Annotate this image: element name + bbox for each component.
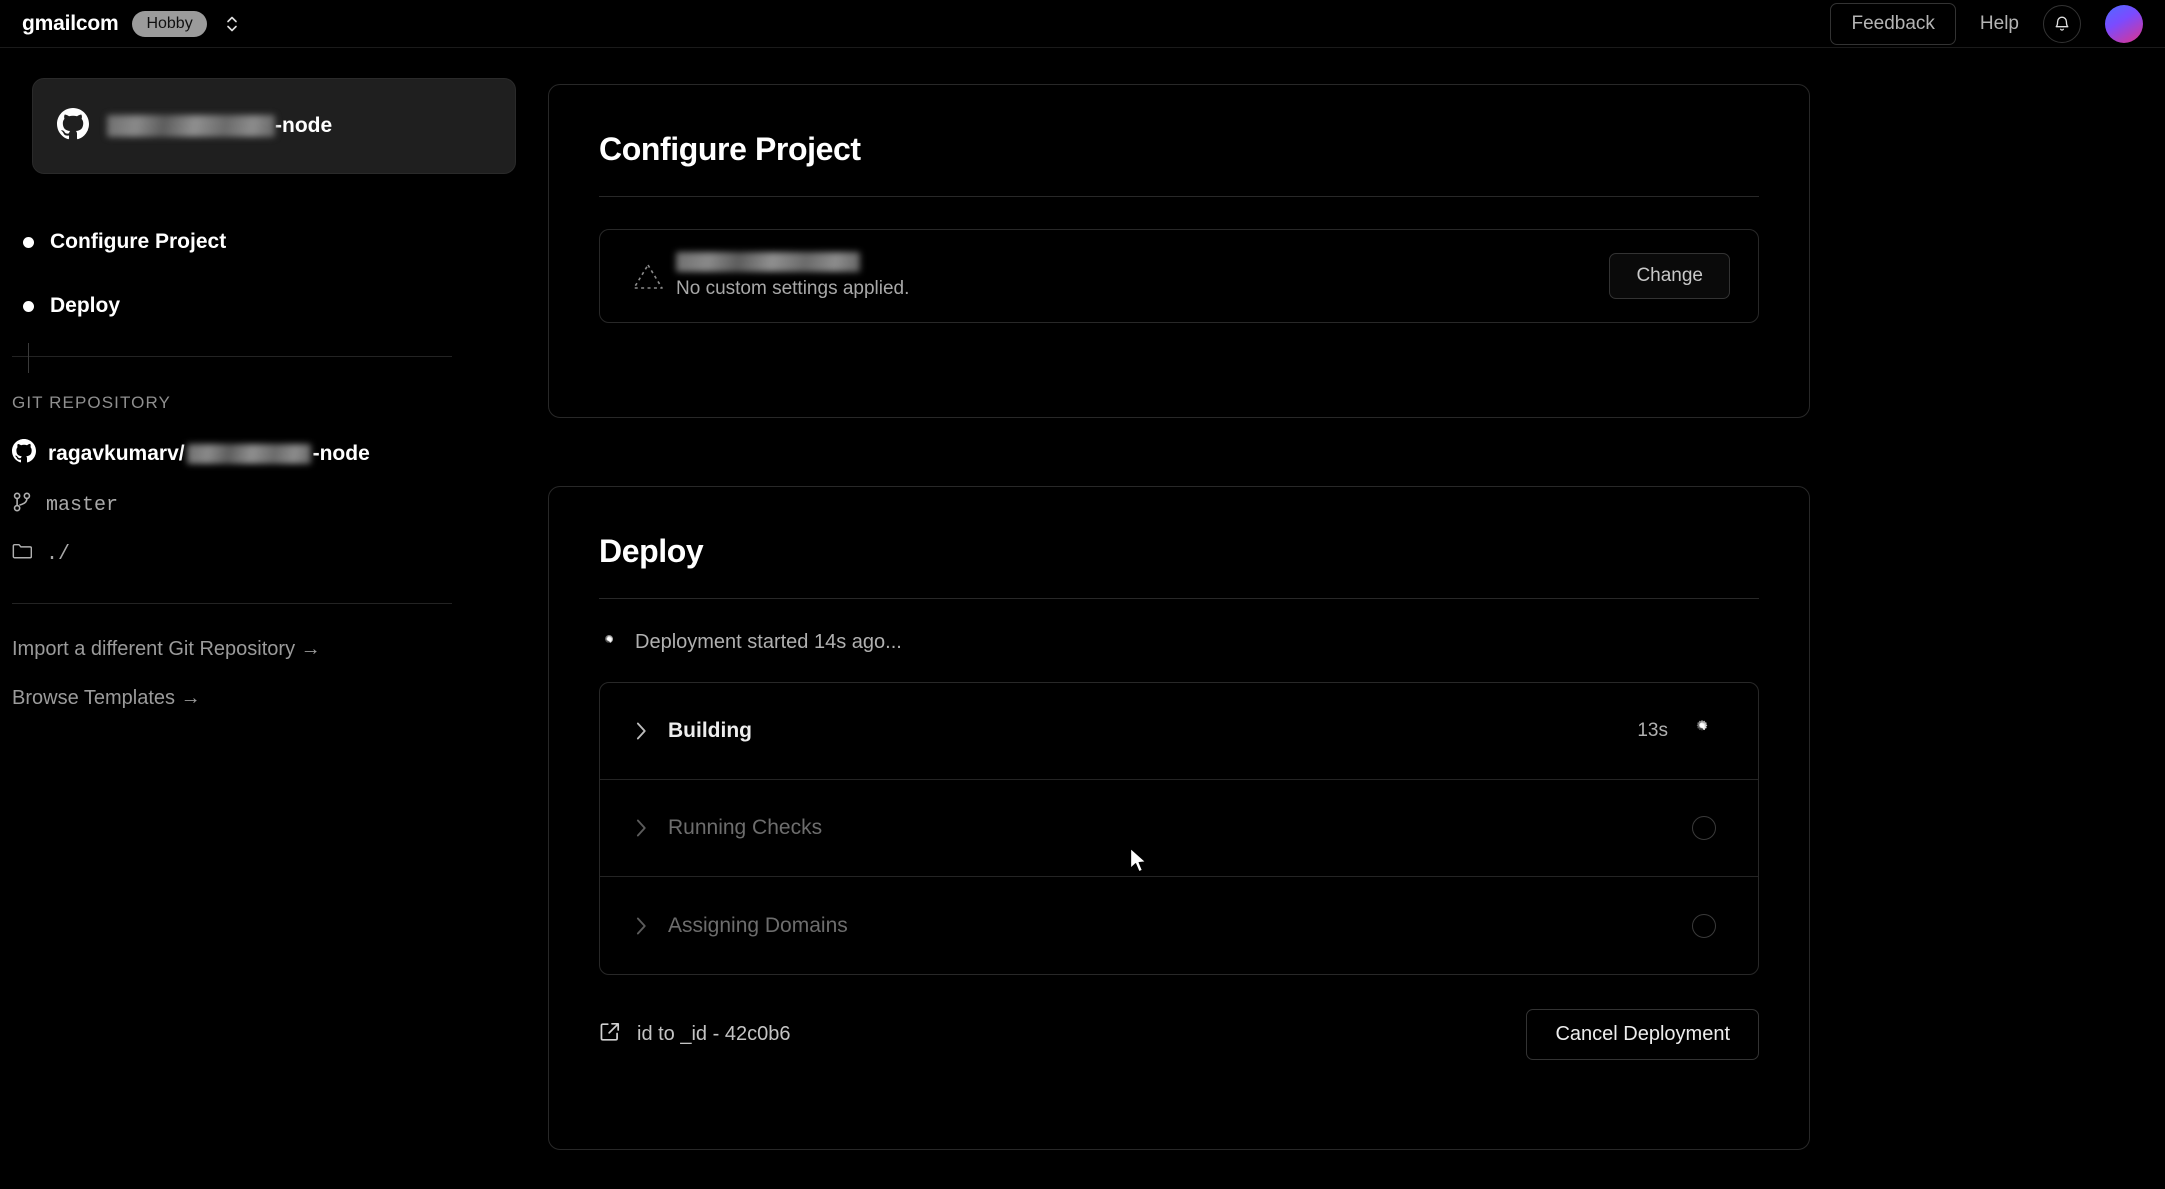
step-nav: Configure Project Deploy (22, 226, 548, 322)
empty-circle-icon (1692, 913, 1716, 938)
sidebar-divider (12, 356, 452, 357)
deploy-card: Deploy Deployment started 14s ago... Bui… (548, 486, 1810, 1150)
git-owner: ragavkumarv/ (48, 442, 185, 465)
step-connector-line (28, 343, 29, 373)
deploy-footer: id to _id - 42c0b6 Cancel Deployment (599, 1009, 1759, 1060)
configure-project-card: Configure Project No custom settings app… (548, 84, 1810, 418)
chevron-right-icon[interactable] (634, 721, 660, 741)
build-step-label: Building (668, 719, 752, 742)
deployment-id-text: id to _id - 42c0b6 (637, 1023, 791, 1045)
step-dot-icon (23, 300, 34, 312)
plan-badge[interactable]: Hobby (132, 10, 207, 37)
redacted-repo-name (107, 115, 275, 137)
git-repo-suffix: -node (312, 442, 370, 465)
build-steps-list: Building 13s Running Checks Assigning Do… (599, 682, 1759, 975)
redacted-framework-name (676, 252, 860, 272)
deployment-status: Deployment started 14s ago... (599, 631, 1809, 654)
git-branch: master (12, 491, 548, 520)
external-link-icon (599, 1021, 621, 1049)
divider (599, 196, 1759, 197)
page-root: gmailcom Hobby Feedback Help -node Confi… (0, 0, 2165, 1189)
build-step-assigning-domains[interactable]: Assigning Domains (600, 877, 1758, 974)
deployment-id-link[interactable]: id to _id - 42c0b6 (599, 1021, 790, 1049)
step-label: Deploy (50, 294, 121, 317)
team-name[interactable]: gmailcom (22, 12, 119, 36)
directory-path: ./ (46, 543, 71, 566)
cancel-deployment-button[interactable]: Cancel Deployment (1526, 1009, 1759, 1060)
browse-templates-link[interactable]: Browse Templates → (12, 687, 548, 710)
chevron-up-down-icon[interactable] (221, 11, 243, 37)
chevron-right-icon[interactable] (634, 818, 660, 838)
selected-repo-card[interactable]: -node (32, 78, 516, 174)
sidebar-step-configure-project[interactable]: Configure Project (22, 226, 548, 258)
top-header: gmailcom Hobby Feedback Help (0, 0, 2165, 48)
github-icon (12, 439, 36, 469)
avatar[interactable] (2105, 4, 2143, 43)
redacted-repo-name (186, 444, 311, 464)
root-directory: ./ (12, 542, 548, 567)
git-repository-path[interactable]: ragavkumarv/ -node (12, 439, 548, 469)
github-icon (57, 107, 89, 145)
help-link[interactable]: Help (1980, 13, 2019, 35)
step-dot-icon (23, 236, 34, 248)
feedback-button[interactable]: Feedback (1830, 2, 1956, 45)
folder-icon (12, 542, 33, 567)
import-different-repo-link[interactable]: Import a different Git Repository → (12, 638, 548, 661)
sidebar-step-deploy[interactable]: Deploy (22, 290, 548, 322)
step-label: Configure Project (50, 230, 227, 253)
vercel-triangle-outline-icon (628, 261, 668, 291)
deploy-title: Deploy (599, 533, 704, 569)
chevron-right-icon[interactable] (634, 916, 660, 936)
build-step-status: 13s (1637, 717, 1716, 745)
git-branch-icon (12, 491, 32, 520)
build-step-running-checks[interactable]: Running Checks (600, 780, 1758, 877)
spinner-icon (599, 633, 619, 653)
page-title: Configure Project (599, 131, 861, 167)
divider (599, 598, 1759, 599)
empty-circle-icon (1692, 816, 1716, 840)
build-step-duration: 13s (1637, 720, 1668, 741)
sidebar: -node Configure Project Deploy GIT REPOS… (0, 48, 548, 1189)
repo-name-suffix: -node (275, 114, 333, 137)
framework-settings-note: No custom settings applied. (676, 278, 910, 299)
git-repository-heading: GIT REPOSITORY (12, 393, 171, 412)
spinner-icon (1688, 717, 1716, 745)
build-step-label: Assigning Domains (668, 913, 848, 937)
branch-name: master (46, 494, 119, 517)
build-step-label: Running Checks (668, 816, 823, 839)
build-step-status (1692, 913, 1716, 938)
change-button[interactable]: Change (1609, 253, 1730, 299)
framework-preset-row: No custom settings applied. Change (599, 229, 1759, 323)
framework-info: No custom settings applied. (676, 252, 909, 300)
selected-repo-name: -node (107, 114, 332, 138)
build-step-building[interactable]: Building 13s (600, 683, 1758, 780)
header-left-group: gmailcom Hobby (22, 10, 243, 37)
bell-icon[interactable] (2043, 4, 2081, 43)
sidebar-divider-secondary (12, 603, 452, 604)
main-content: Configure Project No custom settings app… (548, 48, 2165, 1189)
header-right-group: Feedback Help (1830, 2, 2143, 45)
build-step-status (1692, 816, 1716, 840)
deployment-status-text: Deployment started 14s ago... (635, 631, 902, 653)
